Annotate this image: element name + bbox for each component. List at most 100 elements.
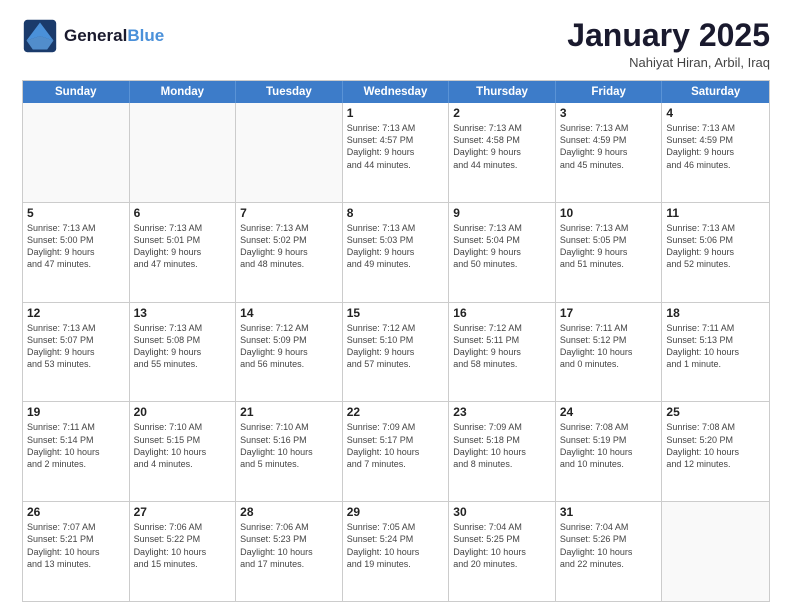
day-number: 19 xyxy=(27,405,125,419)
day-cell-7: 7 Sunrise: 7:13 AM Sunset: 5:02 PM Daylig… xyxy=(236,203,343,302)
day-number: 23 xyxy=(453,405,551,419)
day-cell-13: 13 Sunrise: 7:13 AM Sunset: 5:08 PM Dayli… xyxy=(130,303,237,402)
page-header: GeneralBlue January 2025 Nahiyat Hiran, … xyxy=(22,18,770,70)
logo-icon xyxy=(22,18,58,54)
day-cell-empty xyxy=(23,103,130,202)
day-info: Sunrise: 7:06 AM Sunset: 5:23 PM Dayligh… xyxy=(240,521,338,570)
day-info: Sunrise: 7:13 AM Sunset: 5:04 PM Dayligh… xyxy=(453,222,551,271)
day-info: Sunrise: 7:13 AM Sunset: 4:58 PM Dayligh… xyxy=(453,122,551,171)
day-number: 26 xyxy=(27,505,125,519)
day-info: Sunrise: 7:10 AM Sunset: 5:16 PM Dayligh… xyxy=(240,421,338,470)
day-header-saturday: Saturday xyxy=(662,81,769,103)
day-cell-16: 16 Sunrise: 7:12 AM Sunset: 5:11 PM Dayli… xyxy=(449,303,556,402)
day-cell-3: 3 Sunrise: 7:13 AM Sunset: 4:59 PM Daylig… xyxy=(556,103,663,202)
day-info: Sunrise: 7:09 AM Sunset: 5:17 PM Dayligh… xyxy=(347,421,445,470)
day-cell-8: 8 Sunrise: 7:13 AM Sunset: 5:03 PM Daylig… xyxy=(343,203,450,302)
calendar-week-3: 12 Sunrise: 7:13 AM Sunset: 5:07 PM Dayli… xyxy=(23,302,769,402)
day-info: Sunrise: 7:13 AM Sunset: 5:01 PM Dayligh… xyxy=(134,222,232,271)
calendar-header: SundayMondayTuesdayWednesdayThursdayFrid… xyxy=(23,81,769,103)
day-header-sunday: Sunday xyxy=(23,81,130,103)
day-info: Sunrise: 7:11 AM Sunset: 5:14 PM Dayligh… xyxy=(27,421,125,470)
calendar-week-1: 1 Sunrise: 7:13 AM Sunset: 4:57 PM Daylig… xyxy=(23,103,769,202)
day-info: Sunrise: 7:13 AM Sunset: 5:02 PM Dayligh… xyxy=(240,222,338,271)
day-cell-23: 23 Sunrise: 7:09 AM Sunset: 5:18 PM Dayli… xyxy=(449,402,556,501)
day-cell-18: 18Sunrise: 7:11 AM Sunset: 5:13 PM Dayli… xyxy=(662,303,769,402)
logo-text: GeneralBlue xyxy=(64,27,164,46)
day-number: 12 xyxy=(27,306,125,320)
day-cell-2: 2Sunrise: 7:13 AM Sunset: 4:58 PM Daylig… xyxy=(449,103,556,202)
day-cell-29: 29Sunrise: 7:05 AM Sunset: 5:24 PM Dayli… xyxy=(343,502,450,601)
day-info: Sunrise: 7:10 AM Sunset: 5:15 PM Dayligh… xyxy=(134,421,232,470)
month-title: January 2025 xyxy=(567,18,770,53)
day-cell-empty xyxy=(662,502,769,601)
calendar: SundayMondayTuesdayWednesdayThursdayFrid… xyxy=(22,80,770,602)
day-info: Sunrise: 7:09 AM Sunset: 5:18 PM Dayligh… xyxy=(453,421,551,470)
day-number: 14 xyxy=(240,306,338,320)
calendar-body: 1 Sunrise: 7:13 AM Sunset: 4:57 PM Daylig… xyxy=(23,103,769,601)
day-cell-26: 26 Sunrise: 7:07 AM Sunset: 5:21 PM Dayli… xyxy=(23,502,130,601)
day-cell-20: 20 Sunrise: 7:10 AM Sunset: 5:15 PM Dayli… xyxy=(130,402,237,501)
day-cell-28: 28 Sunrise: 7:06 AM Sunset: 5:23 PM Dayli… xyxy=(236,502,343,601)
day-number: 17 xyxy=(560,306,658,320)
day-cell-30: 30 Sunrise: 7:04 AM Sunset: 5:25 PM Dayli… xyxy=(449,502,556,601)
day-info: Sunrise: 7:13 AM Sunset: 5:06 PM Dayligh… xyxy=(666,222,765,271)
title-block: January 2025 Nahiyat Hiran, Arbil, Iraq xyxy=(567,18,770,70)
day-number: 8 xyxy=(347,206,445,220)
day-info: Sunrise: 7:13 AM Sunset: 4:59 PM Dayligh… xyxy=(666,122,765,171)
day-info: Sunrise: 7:13 AM Sunset: 5:08 PM Dayligh… xyxy=(134,322,232,371)
day-number: 27 xyxy=(134,505,232,519)
day-cell-11: 11 Sunrise: 7:13 AM Sunset: 5:06 PM Dayli… xyxy=(662,203,769,302)
day-number: 28 xyxy=(240,505,338,519)
day-cell-22: 22 Sunrise: 7:09 AM Sunset: 5:17 PM Dayli… xyxy=(343,402,450,501)
calendar-page: GeneralBlue January 2025 Nahiyat Hiran, … xyxy=(0,0,792,612)
day-cell-empty xyxy=(130,103,237,202)
day-number: 4 xyxy=(666,106,765,120)
calendar-week-2: 5Sunrise: 7:13 AM Sunset: 5:00 PM Daylig… xyxy=(23,202,769,302)
day-number: 20 xyxy=(134,405,232,419)
day-number: 31 xyxy=(560,505,658,519)
day-number: 7 xyxy=(240,206,338,220)
day-info: Sunrise: 7:04 AM Sunset: 5:25 PM Dayligh… xyxy=(453,521,551,570)
day-cell-10: 10 Sunrise: 7:13 AM Sunset: 5:05 PM Dayli… xyxy=(556,203,663,302)
day-info: Sunrise: 7:13 AM Sunset: 4:57 PM Dayligh… xyxy=(347,122,445,171)
day-number: 29 xyxy=(347,505,445,519)
logo: GeneralBlue xyxy=(22,18,164,54)
day-number: 13 xyxy=(134,306,232,320)
day-info: Sunrise: 7:13 AM Sunset: 5:07 PM Dayligh… xyxy=(27,322,125,371)
day-cell-19: 19 Sunrise: 7:11 AM Sunset: 5:14 PM Dayli… xyxy=(23,402,130,501)
day-number: 3 xyxy=(560,106,658,120)
day-cell-empty xyxy=(236,103,343,202)
day-cell-1: 1 Sunrise: 7:13 AM Sunset: 4:57 PM Daylig… xyxy=(343,103,450,202)
calendar-week-5: 26 Sunrise: 7:07 AM Sunset: 5:21 PM Dayli… xyxy=(23,501,769,601)
day-info: Sunrise: 7:06 AM Sunset: 5:22 PM Dayligh… xyxy=(134,521,232,570)
day-cell-15: 15 Sunrise: 7:12 AM Sunset: 5:10 PM Dayli… xyxy=(343,303,450,402)
day-info: Sunrise: 7:08 AM Sunset: 5:19 PM Dayligh… xyxy=(560,421,658,470)
day-info: Sunrise: 7:12 AM Sunset: 5:11 PM Dayligh… xyxy=(453,322,551,371)
day-info: Sunrise: 7:07 AM Sunset: 5:21 PM Dayligh… xyxy=(27,521,125,570)
day-info: Sunrise: 7:12 AM Sunset: 5:10 PM Dayligh… xyxy=(347,322,445,371)
day-number: 1 xyxy=(347,106,445,120)
day-info: Sunrise: 7:12 AM Sunset: 5:09 PM Dayligh… xyxy=(240,322,338,371)
day-number: 10 xyxy=(560,206,658,220)
day-number: 9 xyxy=(453,206,551,220)
day-info: Sunrise: 7:04 AM Sunset: 5:26 PM Dayligh… xyxy=(560,521,658,570)
day-cell-17: 17Sunrise: 7:11 AM Sunset: 5:12 PM Dayli… xyxy=(556,303,663,402)
day-cell-25: 25Sunrise: 7:08 AM Sunset: 5:20 PM Dayli… xyxy=(662,402,769,501)
day-header-wednesday: Wednesday xyxy=(343,81,450,103)
day-cell-31: 31 Sunrise: 7:04 AM Sunset: 5:26 PM Dayli… xyxy=(556,502,663,601)
day-number: 6 xyxy=(134,206,232,220)
day-number: 15 xyxy=(347,306,445,320)
day-number: 11 xyxy=(666,206,765,220)
day-cell-21: 21Sunrise: 7:10 AM Sunset: 5:16 PM Dayli… xyxy=(236,402,343,501)
day-number: 22 xyxy=(347,405,445,419)
calendar-week-4: 19 Sunrise: 7:11 AM Sunset: 5:14 PM Dayli… xyxy=(23,401,769,501)
day-cell-14: 14 Sunrise: 7:12 AM Sunset: 5:09 PM Dayli… xyxy=(236,303,343,402)
day-header-monday: Monday xyxy=(130,81,237,103)
day-cell-9: 9 Sunrise: 7:13 AM Sunset: 5:04 PM Daylig… xyxy=(449,203,556,302)
day-info: Sunrise: 7:13 AM Sunset: 5:05 PM Dayligh… xyxy=(560,222,658,271)
day-info: Sunrise: 7:13 AM Sunset: 5:03 PM Dayligh… xyxy=(347,222,445,271)
day-info: Sunrise: 7:13 AM Sunset: 4:59 PM Dayligh… xyxy=(560,122,658,171)
day-number: 16 xyxy=(453,306,551,320)
day-header-friday: Friday xyxy=(556,81,663,103)
day-number: 30 xyxy=(453,505,551,519)
